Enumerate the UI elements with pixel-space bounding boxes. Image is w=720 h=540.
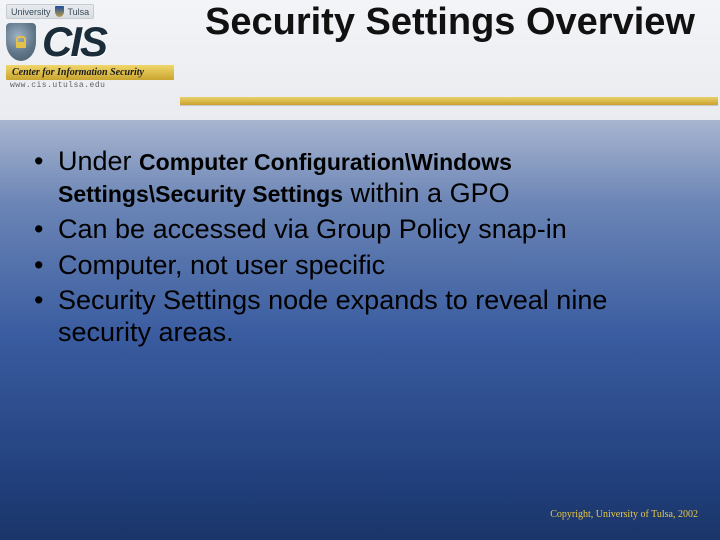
cis-subtitle: Center for Information Security bbox=[6, 65, 174, 80]
slide-header: University Tulsa CIS Center for Informat… bbox=[0, 0, 720, 120]
cis-logo: CIS bbox=[6, 21, 180, 63]
university-label-right: Tulsa bbox=[68, 7, 90, 17]
cis-logo-text: CIS bbox=[42, 21, 106, 63]
bullet-item: Can be accessed via Group Policy snap-in bbox=[32, 214, 692, 246]
bullet-item: Under Computer Configuration\Windows Set… bbox=[32, 146, 692, 210]
bullet-text-prefix: Under bbox=[58, 146, 139, 176]
bullet-text: Can be accessed via Group Policy snap-in bbox=[58, 214, 567, 244]
lock-icon bbox=[16, 36, 26, 48]
bullet-text-suffix: within a GPO bbox=[343, 178, 510, 208]
slide-body: Under Computer Configuration\Windows Set… bbox=[32, 146, 692, 353]
cis-url: www.cis.utulsa.edu bbox=[6, 81, 180, 90]
university-label-left: University bbox=[11, 7, 51, 17]
slide-title: Security Settings Overview bbox=[200, 2, 700, 43]
bullet-item: Computer, not user specific bbox=[32, 250, 692, 282]
bullet-list: Under Computer Configuration\Windows Set… bbox=[32, 146, 692, 349]
logo-area: University Tulsa CIS Center for Informat… bbox=[6, 4, 180, 90]
bullet-text: Computer, not user specific bbox=[58, 250, 385, 280]
copyright-footer: Copyright, University of Tulsa, 2002 bbox=[550, 509, 698, 520]
shield-icon bbox=[55, 6, 64, 17]
university-badge: University Tulsa bbox=[6, 4, 94, 19]
divider-rule bbox=[180, 97, 718, 105]
bullet-text: Security Settings node expands to reveal… bbox=[58, 285, 607, 347]
bullet-item: Security Settings node expands to reveal… bbox=[32, 285, 692, 349]
cis-badge-icon bbox=[6, 23, 36, 61]
